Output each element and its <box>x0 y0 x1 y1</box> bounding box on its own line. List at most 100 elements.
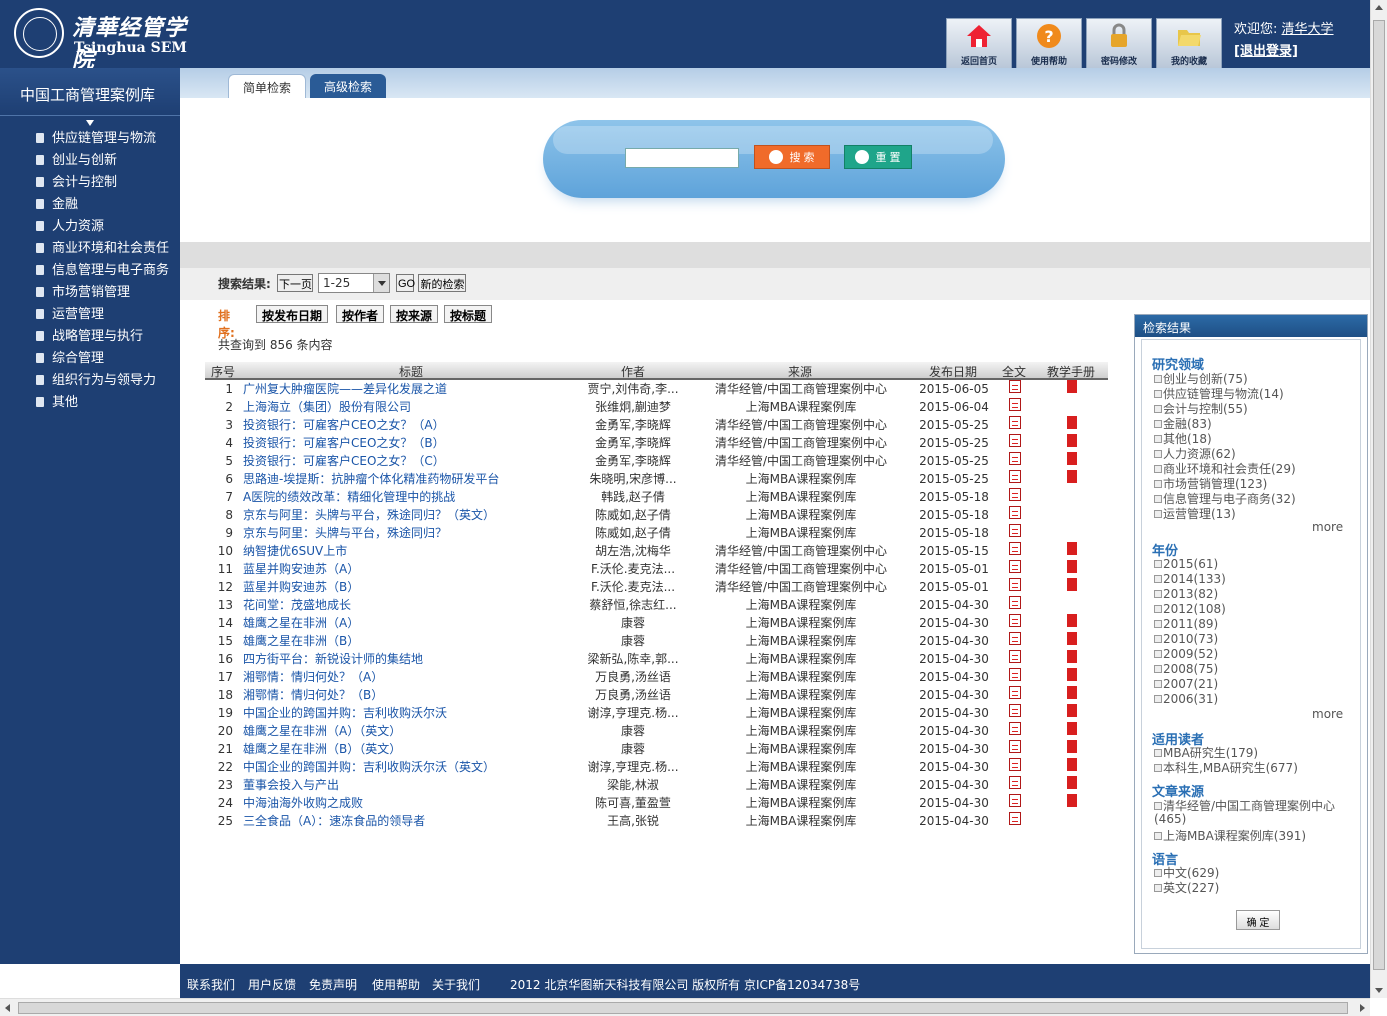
scroll-thumb[interactable] <box>18 1002 1348 1014</box>
case-title-link[interactable]: 湘鄂情：情归何处？（A） <box>243 668 383 686</box>
sidebar-item[interactable]: 供应链管理与物流 <box>36 128 169 150</box>
facet-year-item[interactable]: 2013(82) <box>1154 587 1218 601</box>
sort-by-source-button[interactable]: 按来源 <box>390 305 439 323</box>
tab-advanced-search[interactable]: 高级检索 <box>310 74 387 98</box>
pdf-fulltext-icon[interactable] <box>1009 578 1021 591</box>
pdf-fulltext-icon[interactable] <box>1009 596 1021 609</box>
scroll-left-icon[interactable] <box>5 1004 10 1012</box>
new-search-button[interactable]: 新的检索 <box>418 274 466 292</box>
reset-button[interactable]: 重 置 <box>844 145 912 169</box>
teaching-manual-icon[interactable] <box>1067 560 1077 573</box>
case-title-link[interactable]: 中国企业的跨国并购：吉利收购沃尔沃 <box>243 704 447 722</box>
pdf-fulltext-icon[interactable] <box>1009 812 1021 825</box>
teaching-manual-icon[interactable] <box>1067 542 1077 555</box>
more-field-link[interactable]: more <box>1312 520 1343 534</box>
help-button[interactable]: ? 使用帮助 <box>1016 18 1082 68</box>
sort-by-title-button[interactable]: 按标题 <box>444 305 493 323</box>
footer-link-disclaimer[interactable]: 免责声明 <box>309 976 357 993</box>
teaching-manual-icon[interactable] <box>1067 434 1077 447</box>
case-title-link[interactable]: 董事会投入与产出 <box>243 776 339 794</box>
scroll-thumb[interactable] <box>1373 20 1385 970</box>
pdf-fulltext-icon[interactable] <box>1009 704 1021 717</box>
scroll-up-icon[interactable] <box>1375 5 1383 10</box>
facet-source-item[interactable]: 上海MBA课程案例库(391) <box>1154 827 1306 844</box>
teaching-manual-icon[interactable] <box>1067 686 1077 699</box>
pdf-fulltext-icon[interactable] <box>1009 614 1021 627</box>
pdf-fulltext-icon[interactable] <box>1009 452 1021 465</box>
teaching-manual-icon[interactable] <box>1067 416 1077 429</box>
footer-link-feedback[interactable]: 用户反馈 <box>248 976 296 993</box>
case-title-link[interactable]: 花间堂：茂盛地成长 <box>243 596 351 614</box>
sidebar-title[interactable]: 中国工商管理案例库 <box>0 68 180 116</box>
case-title-link[interactable]: 思路迪-埃提斯：抗肿瘤个体化精准药物研发平台 <box>243 470 499 488</box>
pdf-fulltext-icon[interactable] <box>1009 380 1021 393</box>
footer-link-contact[interactable]: 联系我们 <box>187 976 235 993</box>
pdf-fulltext-icon[interactable] <box>1009 398 1021 411</box>
pdf-fulltext-icon[interactable] <box>1009 434 1021 447</box>
case-title-link[interactable]: 京东与阿里：头牌与平台，殊途同归？（英文） <box>243 506 495 524</box>
case-title-link[interactable]: 三全食品（A）：速冻食品的领导者 <box>243 812 425 830</box>
pdf-fulltext-icon[interactable] <box>1009 470 1021 483</box>
teaching-manual-icon[interactable] <box>1067 452 1077 465</box>
sidebar-item[interactable]: 运营管理 <box>36 304 169 326</box>
pdf-fulltext-icon[interactable] <box>1009 650 1021 663</box>
facet-year-item[interactable]: 2015(61) <box>1154 557 1218 571</box>
facet-lang-item[interactable]: 英文(227) <box>1154 879 1219 896</box>
favorites-button[interactable]: 我的收藏 <box>1156 18 1222 68</box>
case-title-link[interactable]: 投资银行：可雇客户CEO之女？（B） <box>243 434 445 452</box>
pdf-fulltext-icon[interactable] <box>1009 758 1021 771</box>
case-title-link[interactable]: 蓝星并购安迪苏（A） <box>243 560 359 578</box>
case-title-link[interactable]: A医院的绩效改革：精细化管理中的挑战 <box>243 488 455 506</box>
logout-link[interactable]: [退出登录] <box>1234 40 1298 59</box>
case-title-link[interactable]: 雄鹰之星在非洲（B） <box>243 632 359 650</box>
header-date[interactable]: 发布日期 <box>929 363 977 380</box>
confirm-button[interactable]: 确 定 <box>1236 910 1280 930</box>
teaching-manual-icon[interactable] <box>1067 794 1077 807</box>
header-no[interactable]: 序号 <box>211 363 235 380</box>
scroll-right-icon[interactable] <box>1360 1004 1365 1012</box>
scroll-down-icon[interactable] <box>1375 988 1383 993</box>
pdf-fulltext-icon[interactable] <box>1009 542 1021 555</box>
teaching-manual-icon[interactable] <box>1067 470 1077 483</box>
pdf-fulltext-icon[interactable] <box>1009 668 1021 681</box>
more-year-link[interactable]: more <box>1312 707 1343 721</box>
header-author[interactable]: 作者 <box>621 363 645 380</box>
case-title-link[interactable]: 纳智捷优6SUV上市 <box>243 542 347 560</box>
sort-by-author-button[interactable]: 按作者 <box>336 305 385 323</box>
pdf-fulltext-icon[interactable] <box>1009 524 1021 537</box>
teaching-manual-icon[interactable] <box>1067 632 1077 645</box>
pdf-fulltext-icon[interactable] <box>1009 776 1021 789</box>
facet-year-item[interactable]: 2009(52) <box>1154 647 1218 661</box>
pdf-fulltext-icon[interactable] <box>1009 740 1021 753</box>
next-page-button[interactable]: 下一页 <box>277 274 313 292</box>
sidebar-item[interactable]: 其他 <box>36 392 169 414</box>
teaching-manual-icon[interactable] <box>1067 668 1077 681</box>
teaching-manual-icon[interactable] <box>1067 380 1077 393</box>
logo[interactable]: 清華经管学院 Tsinghua SEM <box>14 8 194 73</box>
case-title-link[interactable]: 雄鹰之星在非洲（A）（英文） <box>243 722 401 740</box>
case-title-link[interactable]: 雄鹰之星在非洲（B）（英文） <box>243 740 401 758</box>
footer-link-about[interactable]: 关于我们 <box>432 976 480 993</box>
case-title-link[interactable]: 蓝星并购安迪苏（B） <box>243 578 359 596</box>
facet-field-item[interactable]: 运营管理(13) <box>1154 505 1236 522</box>
case-title-link[interactable]: 中海油海外收购之成败 <box>243 794 363 812</box>
sort-by-date-button[interactable]: 按发布日期 <box>256 305 329 323</box>
case-title-link[interactable]: 湘鄂情：情归何处？（B） <box>243 686 383 704</box>
home-button[interactable]: 返回首页 <box>946 18 1012 68</box>
facet-year-item[interactable]: 2012(108) <box>1154 602 1226 616</box>
header-title[interactable]: 标题 <box>399 363 423 380</box>
facet-year-item[interactable]: 2006(31) <box>1154 692 1218 706</box>
sidebar-item[interactable]: 会计与控制 <box>36 172 169 194</box>
sidebar-item[interactable]: 组织行为与领导力 <box>36 370 169 392</box>
teaching-manual-icon[interactable] <box>1067 722 1077 735</box>
facet-reader-item[interactable]: 本科生,MBA研究生(677) <box>1154 759 1298 776</box>
case-title-link[interactable]: 投资银行：可雇客户CEO之女？（C） <box>243 452 445 470</box>
teaching-manual-icon[interactable] <box>1067 740 1077 753</box>
teaching-manual-icon[interactable] <box>1067 578 1077 591</box>
sidebar-item[interactable]: 人力资源 <box>36 216 169 238</box>
facet-year-item[interactable]: 2011(89) <box>1154 617 1218 631</box>
teaching-manual-icon[interactable] <box>1067 758 1077 771</box>
horizontal-scrollbar[interactable] <box>0 998 1370 1016</box>
teaching-manual-icon[interactable] <box>1067 704 1077 717</box>
pdf-fulltext-icon[interactable] <box>1009 506 1021 519</box>
